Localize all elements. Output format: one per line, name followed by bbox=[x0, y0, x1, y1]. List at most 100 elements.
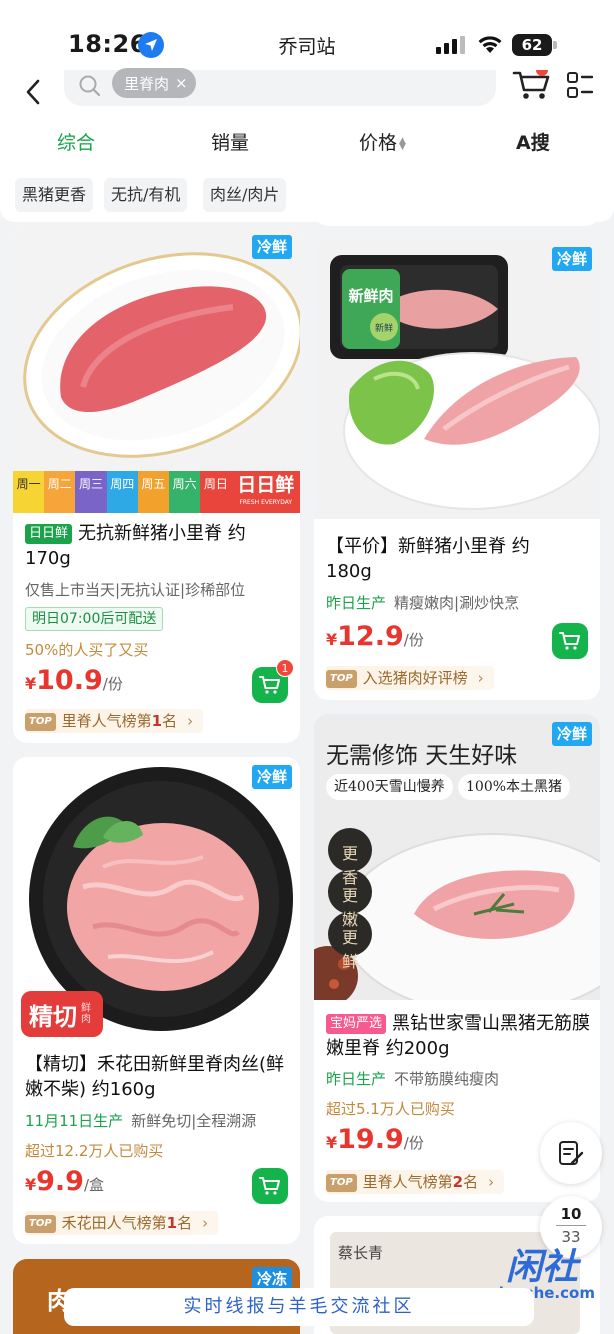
filter-black-pork[interactable]: 黑猪更香 bbox=[15, 178, 94, 212]
chevron-right-icon: › bbox=[488, 1173, 495, 1191]
rank-suffix: 名 bbox=[177, 1214, 193, 1232]
tab-price[interactable]: 价格 ▲ ▼ bbox=[359, 128, 406, 155]
tab-sales[interactable]: 销量 bbox=[211, 128, 249, 155]
search-header: 里脊肉 × bbox=[0, 68, 614, 116]
rank-prefix: 里脊人气榜第 bbox=[362, 1173, 453, 1191]
purchase-count: 超过12.2万人已购买 bbox=[25, 1142, 164, 1160]
package-label: 新鲜肉 bbox=[348, 287, 393, 305]
status-bar: 18:26 乔司站 62 bbox=[0, 0, 614, 76]
search-keyword-chip[interactable]: 里脊肉 × bbox=[112, 68, 196, 98]
document-edit-icon bbox=[559, 1141, 584, 1165]
top-icon: TOP bbox=[326, 670, 357, 688]
product-image: 无需修饰 天生好味 近400天雪山慢养 100%本土黑猪 更香 更嫩 更鲜 bbox=[314, 714, 600, 1000]
cart-plus-icon bbox=[259, 676, 280, 694]
price-unit: /份 bbox=[403, 1134, 424, 1152]
product-subtitle: 仅售上市当天|无抗认证|珍稀部位 bbox=[25, 581, 246, 599]
clear-keyword-icon[interactable]: × bbox=[175, 74, 188, 92]
ribbon-small-text: 鲜肉 bbox=[81, 1003, 91, 1025]
rank-prefix: 禾花田人气榜第 bbox=[61, 1214, 167, 1232]
weekday-thu: 周四 bbox=[106, 471, 138, 513]
weekday-fri: 周五 bbox=[137, 471, 170, 513]
top-icon: TOP bbox=[25, 713, 56, 731]
purchase-count: 超过5.1万人已购买 bbox=[326, 1100, 455, 1118]
community-banner[interactable]: 实时线报与羊毛交流社区 bbox=[64, 1288, 534, 1326]
rank-suffix: 名 bbox=[463, 1173, 479, 1191]
fresh-everyday-en: FRESH EVERYDAY bbox=[239, 499, 293, 506]
popularity-rank[interactable]: TOP 里脊人气榜第2名 › bbox=[326, 1170, 505, 1194]
search-input[interactable]: 里脊肉 × bbox=[64, 68, 496, 106]
cold-fresh-badge: 冷鲜 bbox=[251, 235, 292, 259]
add-to-cart-button[interactable] bbox=[552, 623, 588, 659]
tab-comprehensive[interactable]: 综合 bbox=[57, 128, 95, 155]
product-title: 宝妈严选 黑钻世家雪山黑猪无筋膜嫩里脊 约200g bbox=[326, 1011, 592, 1061]
weekday-mon: 周一 bbox=[13, 471, 45, 513]
popularity-rank[interactable]: TOP 禾花田人气榜第1名 › bbox=[25, 1211, 219, 1235]
weekday-wed: 周三 bbox=[75, 471, 107, 513]
battery-cap bbox=[553, 41, 557, 49]
cart-icon[interactable] bbox=[512, 70, 552, 100]
product-card[interactable]: 精切 鲜肉 冷鲜 【精切】禾花田新鲜里脊肉丝(鲜嫩不柴) 约160g 11月11… bbox=[13, 757, 300, 1244]
product-card[interactable]: 新鲜肉 新鲜 冷鲜 【平价】新鲜猪小里脊 约180g 昨日生产 精瘦嫩肉|涮炒快烹… bbox=[314, 239, 600, 700]
product-subtitle: 昨日生产 不带筋膜纯瘦肉 bbox=[326, 1068, 499, 1089]
tab-price-label: 价格 bbox=[359, 132, 398, 154]
top-icon: TOP bbox=[25, 1215, 56, 1233]
ad-pill-black-pig: 100%本土黑猪 bbox=[458, 774, 571, 800]
cellular-signal-icon bbox=[436, 36, 465, 54]
cart-count-badge: 1 bbox=[276, 659, 294, 677]
weekday-strip: 周一 周二 周三 周四 周五 周六 周日 日日鲜 FRESH EVERYDAY bbox=[13, 471, 300, 513]
cart-plus-icon bbox=[259, 1177, 280, 1195]
brand-label: 蔡长青 bbox=[338, 1244, 384, 1262]
sort-bar: 综合 销量 价格 ▲ ▼ A搜 bbox=[0, 116, 614, 166]
price-value: 12.9 bbox=[337, 621, 404, 652]
price-unit: /份 bbox=[102, 675, 123, 693]
notes-float-button[interactable] bbox=[540, 1122, 602, 1184]
page-current: 10 bbox=[560, 1205, 582, 1223]
filter-shred-slice[interactable]: 肉丝/肉片 bbox=[203, 178, 287, 212]
popularity-rank[interactable]: TOP 里脊人气榜第1名 › bbox=[25, 709, 204, 733]
product-title: 【平价】新鲜猪小里脊 约180g bbox=[326, 536, 530, 582]
production-date: 11月11日生产 bbox=[25, 1112, 124, 1130]
sort-arrows-icon: ▲ ▼ bbox=[399, 135, 406, 152]
chevron-left-icon bbox=[26, 79, 40, 105]
chevron-right-icon: › bbox=[202, 1214, 209, 1232]
ad-circle-tender: 更嫩 bbox=[341, 886, 358, 929]
price-unit: /盒 bbox=[83, 1176, 105, 1194]
price: ¥12.9/份 bbox=[326, 621, 424, 652]
price: ¥10.9/份 bbox=[25, 665, 123, 696]
battery-level: 62 bbox=[512, 34, 552, 56]
delivery-time: 明日07:00后可配送 bbox=[25, 607, 164, 631]
page-divider bbox=[556, 1225, 586, 1226]
tab-ai-search[interactable]: A搜 bbox=[516, 128, 550, 155]
ad-pill-snow-mountain: 近400天雪山慢养 bbox=[326, 774, 453, 800]
pork-tenderloin-on-plate-image bbox=[13, 227, 300, 471]
package-seal: 新鲜 bbox=[375, 322, 393, 334]
back-button[interactable] bbox=[18, 74, 48, 110]
rank-number: 2 bbox=[452, 1173, 464, 1191]
cold-fresh-badge: 冷鲜 bbox=[251, 765, 292, 789]
product-card-previous bbox=[314, 206, 600, 226]
add-to-cart-button[interactable]: 1 bbox=[252, 659, 294, 703]
review-rank[interactable]: TOP 入选猪肉好评榜 › bbox=[326, 666, 494, 690]
repurchase-note: 50%的人买了又买 bbox=[25, 641, 149, 659]
add-to-cart-button[interactable] bbox=[252, 1168, 288, 1204]
precision-cut-ribbon: 精切 鲜肉 bbox=[21, 991, 103, 1037]
product-features: 不带筋膜纯瘦肉 bbox=[394, 1070, 500, 1088]
weekday-sat: 周六 bbox=[169, 471, 201, 513]
price: ¥9.9/盒 bbox=[25, 1166, 105, 1197]
list-view-icon[interactable] bbox=[566, 72, 594, 100]
rank-text: 入选猪肉好评榜 bbox=[362, 669, 468, 687]
ribbon-text: 精切 bbox=[29, 1002, 77, 1031]
rank-number: 1 bbox=[166, 1214, 178, 1232]
search-keyword: 里脊肉 bbox=[124, 74, 170, 93]
filter-antibiotic-free[interactable]: 无抗/有机 bbox=[104, 178, 188, 212]
product-image: 精切 鲜肉 bbox=[13, 757, 300, 1041]
rank-suffix: 名 bbox=[162, 712, 178, 730]
production-date: 昨日生产 bbox=[326, 594, 387, 612]
top-icon: TOP bbox=[326, 1174, 357, 1192]
product-image: 新鲜肉 新鲜 bbox=[314, 239, 600, 519]
weekday-tue: 周二 bbox=[44, 471, 76, 513]
product-card[interactable]: 周一 周二 周三 周四 周五 周六 周日 日日鲜 FRESH EVERYDAY … bbox=[13, 227, 300, 743]
price-value: 10.9 bbox=[36, 665, 103, 696]
product-subtitle: 11月11日生产 新鲜免切|全程溯源 bbox=[25, 1110, 256, 1131]
daily-fresh-tag: 日日鲜 bbox=[25, 524, 73, 544]
